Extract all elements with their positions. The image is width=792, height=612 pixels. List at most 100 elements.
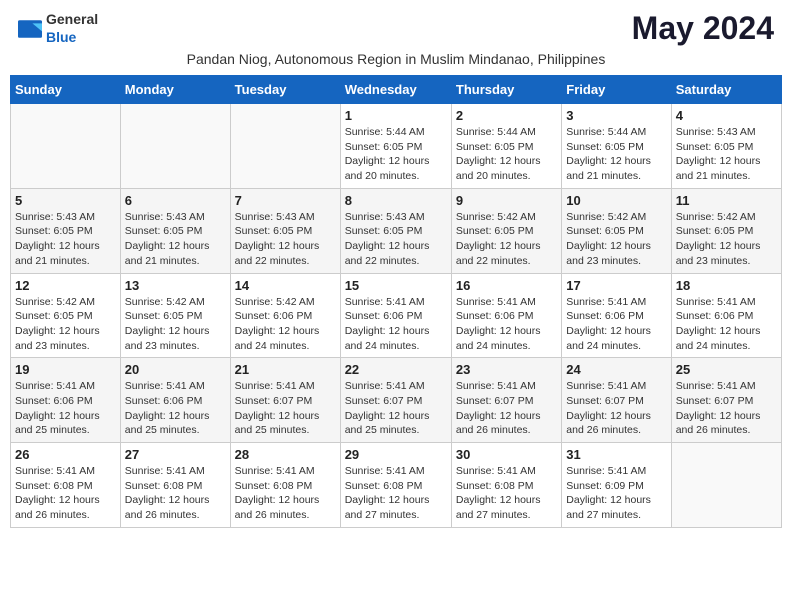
calendar-cell: 24Sunrise: 5:41 AM Sunset: 6:07 PM Dayli…: [562, 358, 671, 443]
day-number: 16: [456, 278, 557, 293]
subtitle: Pandan Niog, Autonomous Region in Muslim…: [10, 51, 782, 67]
day-number: 19: [15, 362, 116, 377]
calendar-cell: 13 Sunrise: 5:42 AM Sunset: 6:05 PM Dayli…: [120, 273, 230, 358]
header: General Blue May 2024: [10, 10, 782, 47]
calendar-cell: 25 Sunrise: 5:41 AM Sunset: 6:07 PM Dayli…: [671, 358, 781, 443]
calendar-cell: 18 Sunrise: 5:41 AM Sunset: 6:06 PM Dayli…: [671, 273, 781, 358]
calendar-cell: 10Sunrise: 5:42 AM Sunset: 6:05 PM Dayli…: [562, 188, 671, 273]
weekday-header: Sunday: [11, 76, 121, 104]
weekday-header: Wednesday: [340, 76, 451, 104]
day-number: 24: [566, 362, 666, 377]
logo-general: General: [46, 11, 98, 27]
day-info: Sunrise: 5:41 AM Sunset: 6:06 PM Dayligh…: [125, 379, 226, 438]
day-info: Sunrise: 5:41 AM Sunset: 6:06 PM Dayligh…: [456, 295, 557, 354]
day-number: 6: [125, 193, 226, 208]
calendar-cell: 16 Sunrise: 5:41 AM Sunset: 6:06 PM Dayli…: [451, 273, 561, 358]
day-number: 30: [456, 447, 557, 462]
day-number: 27: [125, 447, 226, 462]
calendar-week-row: 19 Sunrise: 5:41 AM Sunset: 6:06 PM Dayli…: [11, 358, 782, 443]
day-info: Sunrise: 5:42 AM Sunset: 6:05 PM Dayligh…: [125, 295, 226, 354]
logo-icon: [18, 20, 42, 38]
day-number: 14: [235, 278, 336, 293]
weekday-header: Tuesday: [230, 76, 340, 104]
day-info: Sunrise: 5:42 AM Sunset: 6:05 PM Dayligh…: [676, 210, 777, 269]
logo: General Blue: [18, 11, 98, 47]
day-info: Sunrise: 5:41 AM Sunset: 6:09 PM Dayligh…: [566, 464, 666, 523]
day-info: Sunrise: 5:41 AM Sunset: 6:06 PM Dayligh…: [676, 295, 777, 354]
calendar-week-row: 12Sunrise: 5:42 AM Sunset: 6:05 PM Dayli…: [11, 273, 782, 358]
weekday-header: Monday: [120, 76, 230, 104]
day-number: 5: [15, 193, 116, 208]
day-info: Sunrise: 5:42 AM Sunset: 6:05 PM Dayligh…: [566, 210, 666, 269]
calendar-cell: 2 Sunrise: 5:44 AM Sunset: 6:05 PM Daylig…: [451, 104, 561, 189]
calendar-cell: 1Sunrise: 5:44 AM Sunset: 6:05 PM Daylig…: [340, 104, 451, 189]
calendar-cell: 27 Sunrise: 5:41 AM Sunset: 6:08 PM Dayli…: [120, 443, 230, 528]
logo-text: General Blue: [46, 11, 98, 47]
calendar-header: SundayMondayTuesdayWednesdayThursdayFrid…: [11, 76, 782, 104]
logo-blue: Blue: [46, 29, 76, 45]
day-info: Sunrise: 5:41 AM Sunset: 6:07 PM Dayligh…: [235, 379, 336, 438]
day-info: Sunrise: 5:41 AM Sunset: 6:08 PM Dayligh…: [125, 464, 226, 523]
day-info: Sunrise: 5:41 AM Sunset: 6:07 PM Dayligh…: [456, 379, 557, 438]
day-number: 4: [676, 108, 777, 123]
day-number: 20: [125, 362, 226, 377]
calendar-cell: 3 Sunrise: 5:44 AM Sunset: 6:05 PM Daylig…: [562, 104, 671, 189]
day-number: 22: [345, 362, 447, 377]
day-number: 15: [345, 278, 447, 293]
day-number: 18: [676, 278, 777, 293]
calendar-cell: 11 Sunrise: 5:42 AM Sunset: 6:05 PM Dayli…: [671, 188, 781, 273]
day-number: 25: [676, 362, 777, 377]
day-info: Sunrise: 5:41 AM Sunset: 6:07 PM Dayligh…: [676, 379, 777, 438]
day-info: Sunrise: 5:44 AM Sunset: 6:05 PM Dayligh…: [456, 125, 557, 184]
day-info: Sunrise: 5:41 AM Sunset: 6:08 PM Dayligh…: [456, 464, 557, 523]
day-info: Sunrise: 5:43 AM Sunset: 6:05 PM Dayligh…: [125, 210, 226, 269]
calendar-cell: 30 Sunrise: 5:41 AM Sunset: 6:08 PM Dayli…: [451, 443, 561, 528]
day-info: Sunrise: 5:41 AM Sunset: 6:08 PM Dayligh…: [345, 464, 447, 523]
day-number: 23: [456, 362, 557, 377]
calendar-cell: 21 Sunrise: 5:41 AM Sunset: 6:07 PM Dayli…: [230, 358, 340, 443]
day-number: 7: [235, 193, 336, 208]
day-info: Sunrise: 5:42 AM Sunset: 6:05 PM Dayligh…: [456, 210, 557, 269]
calendar-cell: 23 Sunrise: 5:41 AM Sunset: 6:07 PM Dayli…: [451, 358, 561, 443]
calendar-cell: 31 Sunrise: 5:41 AM Sunset: 6:09 PM Dayli…: [562, 443, 671, 528]
day-number: 8: [345, 193, 447, 208]
day-number: 29: [345, 447, 447, 462]
day-info: Sunrise: 5:44 AM Sunset: 6:05 PM Dayligh…: [566, 125, 666, 184]
calendar-cell: 14Sunrise: 5:42 AM Sunset: 6:06 PM Dayli…: [230, 273, 340, 358]
day-number: 11: [676, 193, 777, 208]
day-info: Sunrise: 5:43 AM Sunset: 6:05 PM Dayligh…: [15, 210, 116, 269]
calendar-cell: 8 Sunrise: 5:43 AM Sunset: 6:05 PM Daylig…: [340, 188, 451, 273]
calendar-cell: [120, 104, 230, 189]
day-info: Sunrise: 5:41 AM Sunset: 6:06 PM Dayligh…: [15, 379, 116, 438]
day-number: 1: [345, 108, 447, 123]
day-number: 13: [125, 278, 226, 293]
calendar-cell: 28Sunrise: 5:41 AM Sunset: 6:08 PM Dayli…: [230, 443, 340, 528]
calendar-cell: 20 Sunrise: 5:41 AM Sunset: 6:06 PM Dayli…: [120, 358, 230, 443]
calendar-cell: [671, 443, 781, 528]
calendar-cell: 9Sunrise: 5:42 AM Sunset: 6:05 PM Daylig…: [451, 188, 561, 273]
day-info: Sunrise: 5:43 AM Sunset: 6:05 PM Dayligh…: [235, 210, 336, 269]
calendar-cell: 5 Sunrise: 5:43 AM Sunset: 6:05 PM Daylig…: [11, 188, 121, 273]
day-number: 21: [235, 362, 336, 377]
calendar-cell: 12Sunrise: 5:42 AM Sunset: 6:05 PM Dayli…: [11, 273, 121, 358]
calendar-cell: 15 Sunrise: 5:41 AM Sunset: 6:06 PM Dayli…: [340, 273, 451, 358]
calendar-cell: [11, 104, 121, 189]
day-number: 2: [456, 108, 557, 123]
day-info: Sunrise: 5:43 AM Sunset: 6:05 PM Dayligh…: [676, 125, 777, 184]
calendar-body: 1 Sunrise: 5:44 AM Sunset: 6:05 PM Daylig…: [11, 104, 782, 528]
day-info: Sunrise: 5:43 AM Sunset: 6:05 PM Dayligh…: [345, 210, 447, 269]
day-number: 31: [566, 447, 666, 462]
day-number: 3: [566, 108, 666, 123]
calendar-cell: 17Sunrise: 5:41 AM Sunset: 6:06 PM Dayli…: [562, 273, 671, 358]
weekday-row: SundayMondayTuesdayWednesdayThursdayFrid…: [11, 76, 782, 104]
day-info: Sunrise: 5:41 AM Sunset: 6:08 PM Dayligh…: [235, 464, 336, 523]
day-info: Sunrise: 5:41 AM Sunset: 6:08 PM Dayligh…: [15, 464, 116, 523]
day-info: Sunrise: 5:41 AM Sunset: 6:07 PM Dayligh…: [345, 379, 447, 438]
day-info: Sunrise: 5:41 AM Sunset: 6:06 PM Dayligh…: [345, 295, 447, 354]
day-info: Sunrise: 5:42 AM Sunset: 6:05 PM Dayligh…: [15, 295, 116, 354]
weekday-header: Thursday: [451, 76, 561, 104]
weekday-header: Saturday: [671, 76, 781, 104]
calendar-cell: 29 Sunrise: 5:41 AM Sunset: 6:08 PM Dayli…: [340, 443, 451, 528]
day-info: Sunrise: 5:41 AM Sunset: 6:06 PM Dayligh…: [566, 295, 666, 354]
calendar-cell: 4 Sunrise: 5:43 AM Sunset: 6:05 PM Daylig…: [671, 104, 781, 189]
